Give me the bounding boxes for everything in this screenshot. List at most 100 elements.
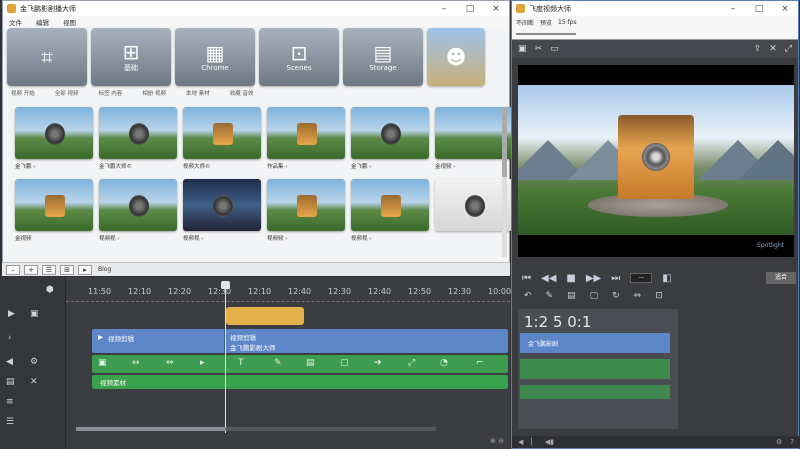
rewind-icon[interactable]: ◀◀ [541,273,556,284]
transition-icon[interactable]: ⇔ [166,358,174,368]
media-item[interactable]: 作品集 › [267,107,347,179]
stop-icon[interactable]: ■ [566,273,575,284]
video-preview[interactable]: Spotlight [518,65,794,257]
template-card[interactable]: ☻ [427,28,485,86]
list-view-button[interactable]: ☰ [42,264,56,275]
play-icon[interactable]: ▶ [8,309,15,319]
media-item[interactable]: 视频视 › [183,179,263,251]
timeline-hscrollbar[interactable] [76,427,436,431]
media-thumbnail[interactable] [351,179,429,231]
media-scrollbar[interactable] [502,107,507,257]
template-card[interactable]: ⊞ 基础 [91,28,171,86]
template-card[interactable]: ▦ Chrome [175,28,255,86]
export-icon[interactable]: ⇪ [754,44,762,54]
forward-icon[interactable]: ▶▶ [586,273,601,284]
prev-frame-icon[interactable]: ⏮ [522,273,531,284]
effects-track[interactable]: ▣ ↔ ⇔ ▸ T ✎ ▤ ▢ ➜ ⤢ ◔ ⌐ [92,355,508,373]
mute-icon[interactable]: ✕ [30,377,38,387]
layer-icon[interactable]: ▤ [306,358,315,368]
speed-icon[interactable]: ◔ [440,358,448,368]
expand-icon[interactable]: ⤢ [408,358,415,368]
rewind-icon[interactable]: ◀ [518,438,523,446]
zoom-in-button[interactable]: + [24,264,38,275]
zoom-out-button[interactable]: – [6,264,20,275]
menu-icon[interactable]: ☰ [6,417,14,427]
film-icon[interactable]: ▤ [6,377,15,387]
media-thumbnail[interactable] [15,179,93,231]
media-item[interactable]: 金飞鹏 › [351,107,431,179]
template-caption[interactable]: 标签 内容 [99,89,123,97]
fit-button[interactable]: 适合 [766,272,796,284]
scrollbar-thumb[interactable] [502,107,507,177]
minimize-icon[interactable]: – [431,4,457,14]
close-icon[interactable]: × [483,4,509,14]
pen-icon[interactable]: ✎ [274,358,282,368]
undo-icon[interactable]: ↶ [524,291,532,305]
settings-icon[interactable]: ⚙ [776,438,782,446]
frame-icon[interactable]: ▢ [590,291,599,305]
subbar-item[interactable]: 预览 [540,18,552,27]
close-icon[interactable]: × [772,4,798,14]
crop-icon[interactable]: ⊡ [655,291,663,305]
template-card[interactable]: ⌗ [7,28,87,86]
help-icon[interactable]: ? [790,438,794,446]
arrow-icon[interactable]: ➜ [374,358,382,368]
media-item[interactable]: 视频视 › [99,179,179,251]
close-panel-icon[interactable]: ✕ [769,44,777,54]
snap-icon[interactable]: ⬢ [46,285,54,295]
video-clip[interactable]: ▶ 视频剪辑 视频剪辑 金飞鹏影剧大师 [92,329,508,353]
slider-track[interactable] [516,33,576,35]
resize-icon[interactable]: ⇔ [634,291,642,305]
crop-icon[interactable]: ▭ [550,44,559,54]
media-thumbnail[interactable] [351,107,429,159]
audio-clip[interactable]: 视频素材 [92,375,508,389]
time-ruler[interactable]: 11:50 12:10 12:20 12:30 12:10 12:40 12:30 12:40… [66,285,511,301]
title-clip[interactable] [226,307,304,325]
film-icon[interactable]: ▣ [98,358,107,368]
loop-button[interactable]: — [630,273,653,283]
menu-view[interactable]: 视图 [63,17,76,27]
subbar-item[interactable]: 15 fps [558,19,577,26]
grid-view-button[interactable]: ⊞ [60,264,74,275]
brush-icon[interactable]: ✎ [546,291,554,305]
media-thumbnail[interactable] [99,107,177,159]
media-item[interactable]: 视频大师© [183,107,263,179]
media-item[interactable]: 金视频 [15,179,95,251]
media-item[interactable]: 金飞鹏大师© [99,107,179,179]
marker-icon[interactable]: ▏ [531,438,536,446]
template-card[interactable]: ⊡ Scenes [259,28,339,86]
save-icon[interactable]: ▣ [518,44,527,54]
preview-slider[interactable] [512,28,798,40]
scrollbar-thumb[interactable] [76,427,226,431]
frame-icon[interactable]: ▢ [340,358,349,368]
media-item[interactable]: 金飞鹏 › [15,107,95,179]
template-caption[interactable]: 视频 开始 [11,89,35,97]
playhead[interactable] [225,283,226,433]
subbar-item[interactable]: 不间断 [516,18,534,27]
media-thumbnail[interactable] [15,107,93,159]
text-icon[interactable]: T [238,358,244,368]
media-thumbnail[interactable] [267,179,345,231]
resize-icon[interactable]: ↔ [132,358,140,368]
maximize-icon[interactable]: □ [457,4,483,14]
video-track-icon[interactable]: ▣ [30,309,39,319]
media-item[interactable]: 视频频 › [267,179,347,251]
media-thumbnail[interactable] [183,107,261,159]
layers-icon[interactable]: ▤ [567,291,576,305]
fullscreen-icon[interactable]: ⤢ [785,44,792,54]
panel-video-clip[interactable]: 金飞鹏影剧 [520,333,670,353]
panel-audio-clip[interactable] [520,385,670,399]
menu-edit[interactable]: 编辑 [36,17,49,27]
media-thumbnail[interactable] [267,107,345,159]
end-icon[interactable]: ⌐ [476,358,484,368]
media-thumbnail[interactable] [99,179,177,231]
play-toggle-button[interactable]: ▸ [78,264,92,275]
play-icon[interactable]: ▸ [200,358,205,368]
filter-icon[interactable]: ≡ [6,397,14,407]
audio-icon[interactable]: ◀ [6,357,13,367]
template-caption[interactable]: 收藏 音效 [230,89,254,97]
template-caption[interactable]: 本地 素材 [186,89,210,97]
next-icon[interactable]: ⏭ [611,273,620,284]
menu-file[interactable]: 文件 [9,17,22,27]
template-card[interactable]: ▤ Storage [343,28,423,86]
